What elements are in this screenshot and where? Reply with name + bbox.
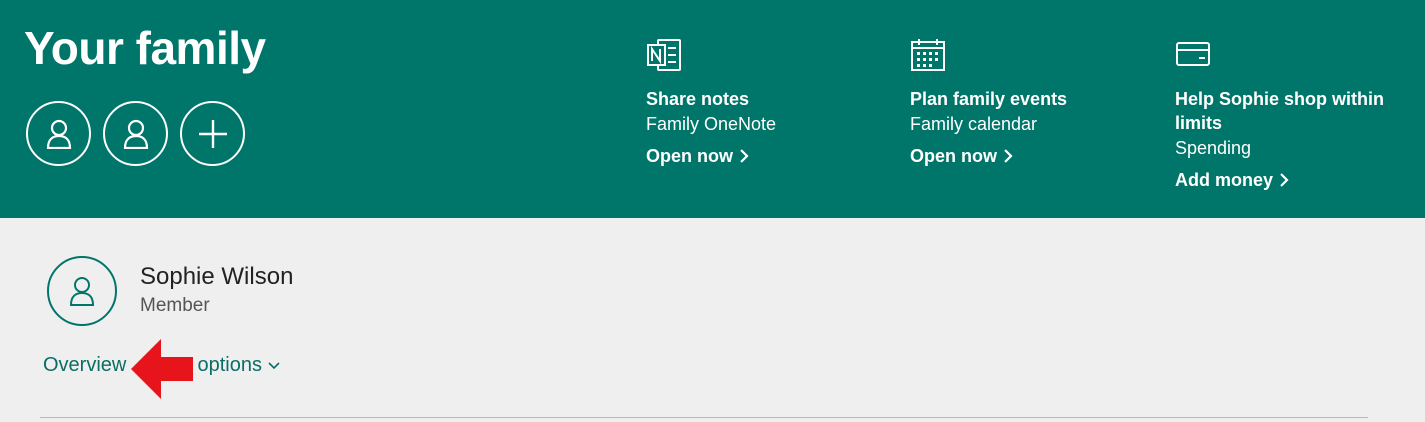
feature-heading: Share notes [646,89,750,109]
link-label: Open now [646,146,733,166]
feature-share-notes: Share notes Family OneNote Open now [646,38,776,169]
member-name: Sophie Wilson [140,263,294,290]
wallet-icon [1176,42,1210,66]
person-icon [46,119,71,149]
feature-subtitle: Family calendar [910,114,1038,134]
feature-plan-events: Plan family events Family calendar Open … [910,38,1067,169]
family-member-circles [26,101,245,166]
plus-icon [198,119,227,148]
onenote-icon [647,39,681,71]
feature-subtitle: Family OneNote [646,114,777,134]
member-info: Sophie Wilson Member [140,262,293,320]
link-label: Add money [1175,170,1274,190]
open-calendar-link[interactable]: Open now [910,143,1067,169]
member-card: Sophie Wilson Member [47,256,293,326]
chevron-right-icon [740,149,749,163]
page-title: Your family [24,22,266,74]
add-family-member-button[interactable] [180,101,245,166]
member-role: Member [140,295,210,316]
feature-subtitle: Spending [1175,138,1252,158]
avatar[interactable] [47,256,117,326]
feature-heading: Help Sophie shop within limits [1175,89,1384,133]
chevron-right-icon [1280,173,1289,187]
feature-heading: Plan family events [910,89,1068,109]
link-label: Open now [910,146,997,166]
divider [40,417,1368,418]
add-money-link[interactable]: Add money [1175,167,1405,193]
chevron-down-icon [268,361,280,369]
family-member-avatar-1[interactable] [26,101,91,166]
tab-overview[interactable]: Overview [43,354,126,377]
person-icon [69,277,95,306]
chevron-right-icon [1004,149,1013,163]
person-icon [123,119,148,149]
open-onenote-link[interactable]: Open now [646,143,776,169]
calendar-icon [911,39,945,71]
red-arrow-icon [131,339,193,399]
feature-spending: Help Sophie shop within limits Spending … [1175,38,1405,193]
family-member-avatar-2[interactable] [103,101,168,166]
family-banner: Your family Share notes Family OneNote O… [0,0,1425,218]
